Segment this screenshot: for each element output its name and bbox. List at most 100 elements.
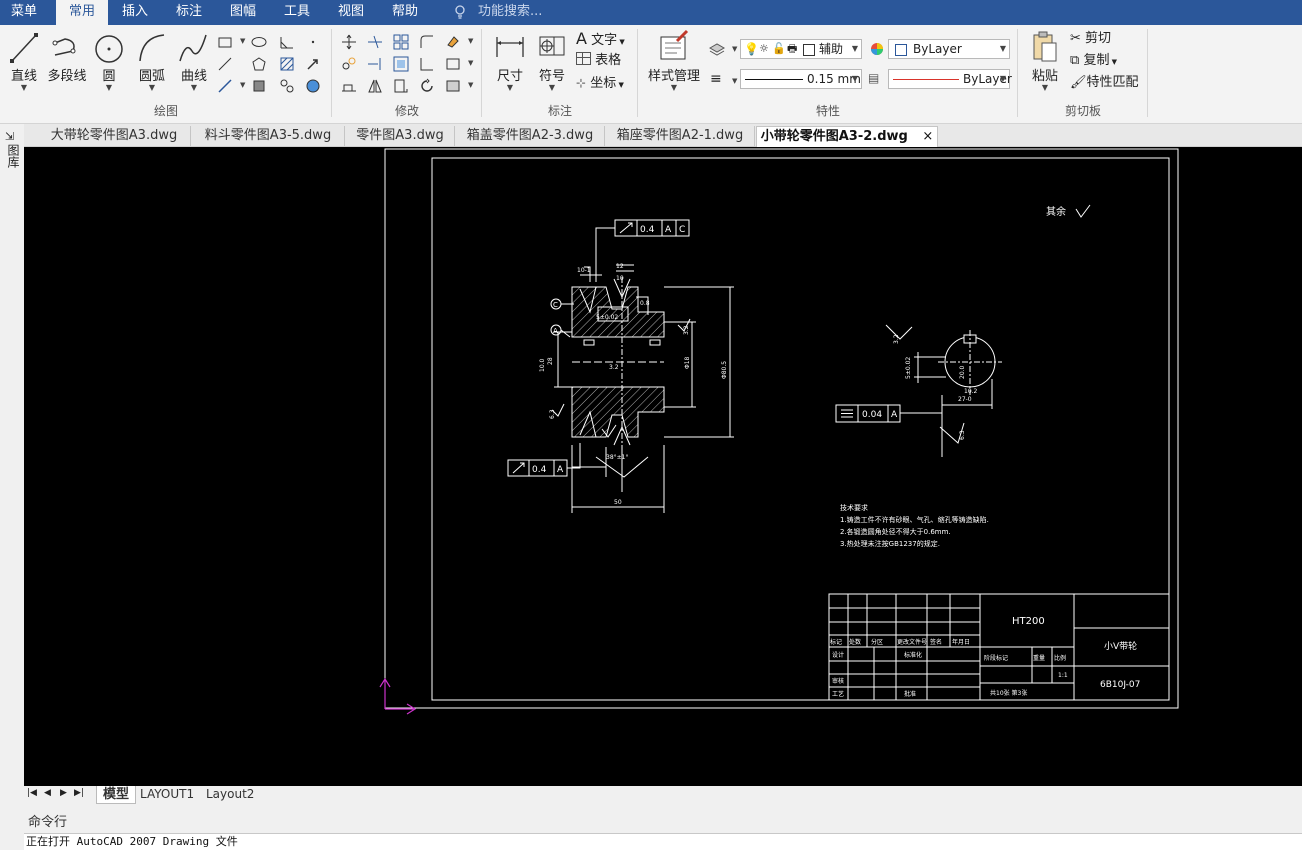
svg-text:3.2: 3.2 (609, 364, 619, 371)
copy-button[interactable]: ⧉ 复制 ▼ (1070, 51, 1117, 71)
stretch-icon[interactable] (340, 77, 358, 95)
ellipse-icon[interactable] (250, 33, 268, 51)
table-button[interactable]: 表格 (576, 51, 621, 71)
region-icon[interactable] (304, 77, 322, 95)
chevron-down-icon[interactable]: ▼ (468, 59, 473, 67)
style-manager-button[interactable]: 样式管理 ▼ (642, 29, 706, 92)
fillet-icon[interactable] (418, 33, 436, 51)
trim-icon[interactable] (366, 33, 384, 51)
paste-button[interactable]: 粘贴 ▼ (1028, 29, 1062, 92)
revision-cloud-icon[interactable] (278, 77, 296, 95)
layer-properties-icon[interactable] (708, 40, 726, 58)
library-tab[interactable]: 图库 (5, 144, 20, 168)
doc-tab-2[interactable]: 料斗零件图A3-5.dwg (192, 126, 345, 146)
ray-icon[interactable] (216, 77, 234, 95)
chevron-down-icon[interactable]: ▼ (468, 81, 473, 89)
first-layout-icon[interactable]: |◀ (27, 788, 37, 798)
rotate-icon[interactable] (418, 77, 436, 95)
next-layout-icon[interactable]: ▶ (60, 788, 67, 798)
circle-button[interactable]: 圆 ▼ (92, 29, 126, 92)
chevron-down-icon[interactable]: ▼ (732, 45, 737, 53)
color-dropdown[interactable]: ByLayer ▼ (888, 39, 1010, 59)
properties-group: 样式管理 ▼ ▼ 💡 ☼ 🔓 🖶 辅助 ▼ ByLayer ▼ ≡ ▼ 0.15 … (638, 25, 1018, 123)
ribbon: 直线 ▼ 多段线 圆 ▼ 圆弧 ▼ 曲线 ▼ ▼ ▼ 绘图 ▼ ▼ ▼ 修改 尺… (0, 25, 1302, 124)
block-icon[interactable] (250, 77, 268, 95)
explode-icon[interactable] (444, 55, 462, 73)
menu-item-insert[interactable]: 插入 (112, 0, 158, 25)
color-swatch (803, 44, 815, 56)
menu-item-frame[interactable]: 图幅 (220, 0, 266, 25)
svg-text:0.04: 0.04 (862, 410, 882, 420)
prev-layout-icon[interactable]: ◀ (44, 788, 51, 798)
construction-line-icon[interactable] (216, 55, 234, 73)
array-icon[interactable] (392, 33, 410, 51)
break-icon[interactable] (418, 55, 436, 73)
line-sample (745, 79, 803, 80)
svg-text:38°±1°: 38°±1° (606, 454, 628, 461)
draw-group: 直线 ▼ 多段线 圆 ▼ 圆弧 ▼ 曲线 ▼ ▼ ▼ 绘图 (0, 25, 332, 123)
color-wheel-icon[interactable] (868, 40, 886, 58)
menu-item-home[interactable]: 常用 (56, 0, 108, 25)
svg-text:标记: 标记 (830, 638, 842, 646)
join-icon[interactable] (444, 77, 462, 95)
match-properties-button[interactable]: 🖌特性匹配 (1070, 73, 1139, 93)
eraser-icon[interactable] (444, 33, 462, 51)
menu-item-main[interactable]: 菜单 (0, 0, 48, 25)
chevron-down-icon[interactable]: ▼ (240, 37, 245, 45)
svg-text:10.0: 10.0 (539, 358, 546, 372)
cut-button[interactable]: ✂ 剪切 (1070, 29, 1111, 49)
extend-icon[interactable] (366, 55, 384, 73)
command-line-output[interactable]: 正在打开 AutoCAD 2007 Drawing 文件 (24, 833, 1302, 850)
coordinate-button[interactable]: ⊹ 坐标 ▼ (576, 73, 624, 93)
linetype-dropdown[interactable]: ByLayer ▼ (888, 69, 1012, 89)
menu-item-annotate[interactable]: 标注 (166, 0, 212, 25)
line-button[interactable]: 直线 ▼ (6, 29, 42, 92)
mirror-icon[interactable] (366, 77, 384, 95)
command-line-label: 命令行 (28, 815, 68, 830)
chevron-down-icon[interactable]: ▼ (732, 77, 737, 85)
point-icon[interactable] (304, 33, 322, 51)
rectangle-icon[interactable] (216, 33, 234, 51)
layout-tab-1[interactable]: LAYOUT1 (140, 786, 194, 803)
menu-item-tools[interactable]: 工具 (274, 0, 320, 25)
curve-label: 曲线 (180, 69, 207, 84)
doc-tab-6[interactable]: 小带轮零件图A3-2.dwg × (756, 126, 938, 147)
lineweight-dropdown[interactable]: 0.15 mm ▼ (740, 69, 862, 89)
svg-text:共10张 第3张: 共10张 第3张 (990, 689, 1027, 697)
layout-tab-2[interactable]: Layout2 (206, 786, 254, 803)
doc-tab-4[interactable]: 箱盖零件图A2-3.dwg (456, 126, 605, 146)
symbol-button[interactable]: 符号 ▼ (534, 29, 570, 92)
text-button[interactable]: A 文字 ▼ (576, 29, 625, 49)
menu-item-view[interactable]: 视图 (328, 0, 374, 25)
layout-tab-model[interactable]: 模型 (96, 786, 136, 804)
roughness-note: 其余 (1046, 205, 1066, 218)
doc-tab-3[interactable]: 零件图A3.dwg (346, 126, 455, 146)
doc-tab-1[interactable]: 大带轮零件图A3.dwg (38, 126, 191, 146)
offset-icon[interactable] (392, 55, 410, 73)
layer-dropdown[interactable]: 💡 ☼ 🔓 🖶 辅助 ▼ (740, 39, 862, 59)
lineweight-icon[interactable]: ≡ (710, 71, 722, 87)
polygon-icon[interactable] (250, 55, 268, 73)
copy-object-icon[interactable] (340, 55, 358, 73)
dimension-button[interactable]: 尺寸 ▼ (490, 29, 530, 92)
close-icon[interactable]: × (922, 129, 933, 144)
curve-button[interactable]: 曲线 ▼ (176, 29, 212, 92)
polyline-button[interactable]: 多段线 (44, 29, 90, 84)
linetype-icon[interactable]: ▤ (868, 71, 879, 85)
drawing-canvas[interactable]: 其余 0.4 A C C A 10-1 12 10 5±0.02 0.8 Φ80… (24, 147, 1302, 786)
last-layout-icon[interactable]: ▶| (74, 788, 84, 798)
hatch-icon[interactable] (278, 55, 296, 73)
scale-icon[interactable] (392, 77, 410, 95)
doc-tab-5[interactable]: 箱座零件图A2-1.dwg (606, 126, 755, 146)
clipboard-group-label: 剪切板 (1064, 104, 1101, 118)
chevron-down-icon[interactable]: ▼ (240, 81, 245, 89)
paste-label: 粘贴 (1031, 69, 1058, 84)
arrow-icon[interactable] (304, 55, 322, 73)
chevron-down-icon[interactable]: ▼ (468, 37, 473, 45)
feature-search-input[interactable]: 功能搜索... (478, 0, 542, 24)
angle-icon[interactable] (278, 33, 296, 51)
move-icon[interactable] (340, 33, 358, 51)
pin-icon[interactable]: ⇲ (5, 130, 14, 143)
arc-button[interactable]: 圆弧 ▼ (134, 29, 170, 92)
menu-item-help[interactable]: 帮助 (382, 0, 428, 25)
